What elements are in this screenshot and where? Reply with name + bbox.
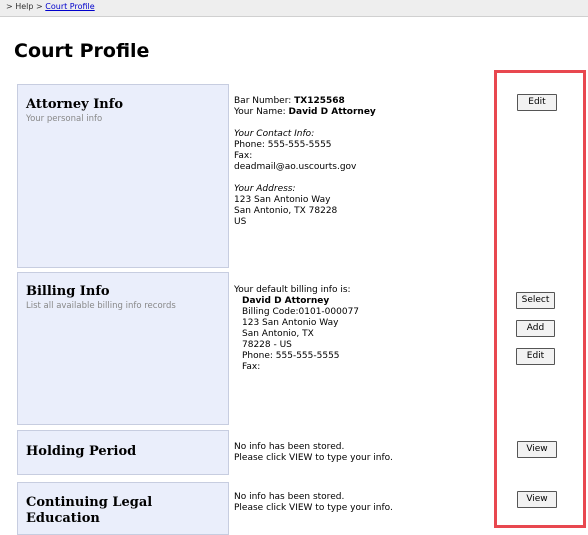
cle-panel: Continuing Legal Education [17, 482, 229, 535]
breadcrumb: > Help > Court Profile [6, 2, 95, 11]
billing-code: Billing Code:0101-000077 [242, 307, 360, 317]
holding-period-details: No info has been stored. Please click VI… [234, 442, 393, 464]
name-label: Your Name: [234, 107, 286, 117]
cle-line2: Please click VIEW to type your info. [234, 503, 393, 513]
breadcrumb-link-court-profile[interactable]: Court Profile [45, 2, 94, 11]
billing-street: 123 San Antonio Way [242, 318, 339, 328]
holding-period-title: Holding Period [26, 444, 137, 459]
name-value: David D Attorney [288, 107, 376, 117]
billing-info-details: Your default billing info is: David D At… [234, 285, 359, 373]
contact-heading: Your Contact Info: [234, 129, 315, 139]
attorney-info-details: Bar Number: TX125568 Your Name: David D … [234, 96, 376, 228]
holding-line1: No info has been stored. [234, 442, 345, 452]
billing-info-title: Billing Info [26, 284, 110, 299]
attorney-info-subtitle: Your personal info [26, 114, 103, 124]
cle-title-line2: Education [26, 511, 100, 526]
billing-zip: 78228 - US [242, 340, 292, 350]
bar-number-label: Bar Number: [234, 96, 292, 106]
address-line1: 123 San Antonio Way [234, 195, 331, 205]
billing-info-panel: Billing Info List all available billing … [17, 272, 229, 425]
breadcrumb-bar: > Help > Court Profile [0, 0, 588, 17]
billing-phone: Phone: 555-555-5555 [242, 351, 340, 361]
contact-phone: Phone: 555-555-5555 [234, 140, 332, 150]
address-country: US [234, 217, 247, 227]
billing-info-subtitle: List all available billing info records [26, 301, 176, 311]
buttons-highlight-box [494, 70, 586, 528]
cle-title-line1: Continuing Legal [26, 495, 153, 510]
page-title: Court Profile [14, 40, 150, 62]
attorney-info-title: Attorney Info [26, 97, 123, 112]
contact-fax: Fax: [234, 151, 253, 161]
cle-title: Continuing Legal Education [26, 495, 152, 527]
breadcrumb-prefix: > Help > [6, 2, 43, 11]
billing-city: San Antonio, TX [242, 329, 314, 339]
attorney-info-panel: Attorney Info Your personal info [17, 84, 229, 268]
billing-fax: Fax: [242, 362, 261, 372]
cle-details: No info has been stored. Please click VI… [234, 492, 393, 514]
billing-name: David D Attorney [242, 296, 330, 306]
address-heading: Your Address: [234, 184, 296, 194]
bar-number-value: TX125568 [294, 96, 345, 106]
holding-line2: Please click VIEW to type your info. [234, 453, 393, 463]
cle-line1: No info has been stored. [234, 492, 345, 502]
contact-email: deadmail@ao.uscourts.gov [234, 162, 357, 172]
billing-intro: Your default billing info is: [234, 285, 351, 295]
holding-period-panel: Holding Period [17, 430, 229, 475]
address-line2: San Antonio, TX 78228 [234, 206, 338, 216]
